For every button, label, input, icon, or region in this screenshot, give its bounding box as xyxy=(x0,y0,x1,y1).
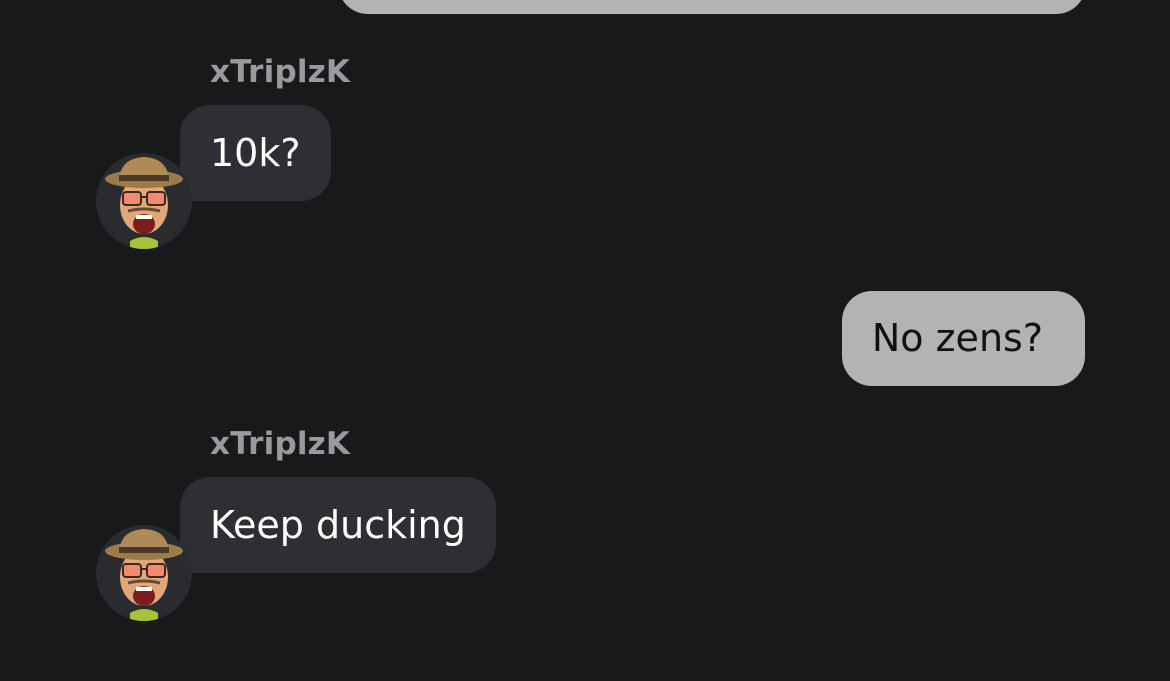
outgoing-message-bubble[interactable]: No zens? xyxy=(841,291,1085,386)
incoming-message-bubble[interactable]: 10k? xyxy=(180,105,331,201)
chat-thread: xTriplzK 10k? No zens? xTriplzK Keep duc… xyxy=(0,0,1170,681)
sender-name: xTriplzK xyxy=(210,426,351,462)
sender-name: xTriplzK xyxy=(210,54,351,90)
memoji-hat-sunglasses-icon[interactable] xyxy=(96,525,192,621)
incoming-message-bubble[interactable]: Keep ducking xyxy=(180,477,496,573)
memoji-hat-sunglasses-icon[interactable] xyxy=(96,153,192,249)
outgoing-message-bubble-partial[interactable] xyxy=(338,0,1086,14)
